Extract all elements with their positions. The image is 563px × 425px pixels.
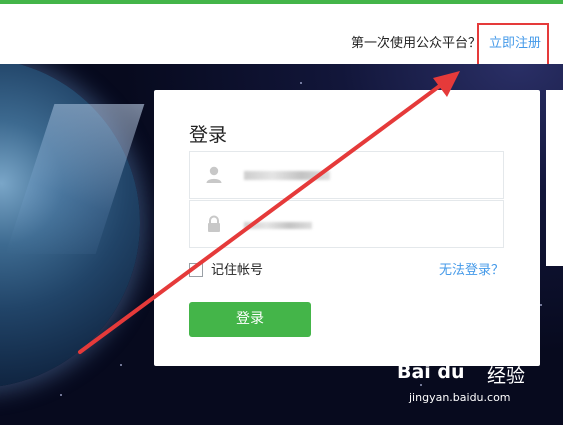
watermark-url: jingyan.baidu.com <box>409 391 511 404</box>
baidu-watermark: Bai du 经验 jingyan.baidu.com <box>397 361 547 411</box>
baidu-logo: Bai du <box>397 361 465 383</box>
watermark-label: 经验 <box>487 365 526 387</box>
